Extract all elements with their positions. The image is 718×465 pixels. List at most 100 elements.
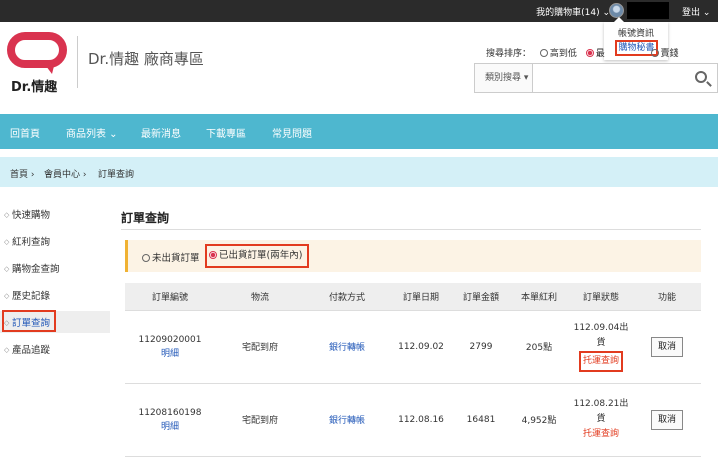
bonus-cell: 4,952點	[509, 383, 569, 457]
logo-text: Dr.情趣	[11, 80, 58, 95]
site-title: Dr.情趣 廠商專區	[88, 50, 204, 68]
status-text: 貨	[596, 338, 606, 348]
orders-table: 訂單編號 物流 付款方式 訂單日期 訂單金額 本單紅利 訂單狀態 功能 1120…	[125, 283, 701, 457]
cancel-button[interactable]: 取消	[651, 409, 683, 430]
column-header: 訂單編號	[125, 283, 215, 311]
column-header: 訂單金額	[453, 283, 509, 311]
sort-label: 搜尋排序：	[486, 49, 532, 59]
sidebar-item-credit[interactable]: ◇ 購物金查詢	[0, 257, 110, 279]
nav-faq[interactable]: 常見問題	[272, 125, 312, 140]
payment-link[interactable]: 銀行轉帳	[305, 383, 389, 457]
username-redacted[interactable]	[627, 2, 669, 19]
sort-radio-sales[interactable]	[650, 49, 659, 57]
tab-label: 已出貨訂單(兩年內)	[219, 250, 303, 261]
search-input[interactable]	[535, 66, 685, 90]
date-cell: 112.09.02	[389, 310, 453, 384]
nav-products[interactable]: 商品列表 ⌄	[66, 125, 118, 140]
amount-cell: 2799	[453, 310, 509, 384]
bullet-icon: ◇	[4, 319, 10, 327]
logo-mark	[7, 32, 67, 68]
status-text: 112.08.21出	[573, 399, 629, 409]
action-cell: 取消	[633, 383, 701, 457]
shipping-cell: 宅配到府	[215, 383, 305, 457]
search-icon[interactable]	[695, 71, 707, 83]
column-header: 本單紅利	[509, 283, 569, 311]
payment-link[interactable]: 銀行轉帳	[305, 310, 389, 384]
table-row: 11208160198 明細 宅配到府 銀行轉帳 112.08.16 16481…	[125, 383, 701, 457]
top-bar: 我的購物車(14) ⌄ 登出 ⌄	[0, 0, 718, 22]
sidebar-item-tracking[interactable]: ◇ 產品追蹤	[0, 338, 110, 360]
column-header: 訂單日期	[389, 283, 453, 311]
column-header: 物流	[215, 283, 305, 311]
status-text: 112.09.04出	[573, 323, 629, 333]
bullet-icon: ◇	[4, 346, 10, 354]
logout-link[interactable]: 登出 ⌄	[682, 5, 710, 18]
sort-options: 搜尋排序： 高到低 最 賣錢	[486, 46, 685, 59]
status-cell: 112.08.21出 貨 托運查詢	[569, 383, 633, 457]
bullet-icon: ◇	[4, 292, 10, 300]
breadcrumb: 首頁 › 會員中心 › 訂單查詢	[0, 157, 718, 187]
radio-icon	[142, 254, 150, 262]
status-cell: 112.09.04出 貨 托運查詢	[569, 310, 633, 384]
sidebar-item-orders[interactable]: ◇ 訂單查詢	[0, 310, 110, 333]
radio-icon	[209, 251, 217, 259]
sidebar-item-label: 購物金查詢	[12, 264, 60, 275]
category-search-select[interactable]: 類別搜尋 ▾	[475, 64, 533, 92]
order-detail-link[interactable]: 明細	[125, 420, 215, 434]
sidebar-item-bonus[interactable]: ◇ 紅利查詢	[0, 230, 110, 252]
column-header: 訂單狀態	[569, 283, 633, 311]
table-row: 11209020001 明細 宅配到府 銀行轉帳 112.09.02 2799 …	[125, 310, 701, 384]
bonus-cell: 205點	[509, 310, 569, 384]
sidebar-item-label: 訂單查詢	[12, 318, 51, 329]
order-detail-link[interactable]: 明細	[125, 347, 215, 361]
column-header: 功能	[633, 283, 701, 311]
sort-radio-high-low[interactable]	[539, 49, 548, 57]
tracking-link[interactable]: 托運查詢	[569, 427, 633, 442]
order-number: 11209020001	[138, 334, 202, 345]
sidebar-item-history[interactable]: ◇ 歷史記錄	[0, 284, 110, 306]
nav-news[interactable]: 最新消息	[141, 125, 181, 140]
breadcrumb-home[interactable]: 首頁 ›	[10, 167, 34, 180]
tab-unshipped[interactable]: 未出貨訂單	[142, 250, 200, 264]
sort-option-label: 賣錢	[660, 49, 679, 59]
amount-cell: 16481	[453, 383, 509, 457]
bullet-icon: ◇	[4, 211, 10, 219]
sort-option-label: 高到低	[549, 49, 577, 59]
sidebar-item-label: 紅利查詢	[12, 237, 51, 248]
nav-home[interactable]: 回首頁	[10, 125, 40, 140]
nav-downloads[interactable]: 下載專區	[206, 125, 246, 140]
cart-link[interactable]: 我的購物車(14) ⌄	[536, 5, 610, 18]
bullet-icon: ◇	[4, 238, 10, 246]
column-header: 付款方式	[305, 283, 389, 311]
sort-radio-selected[interactable]	[585, 49, 594, 57]
page-title: 訂單查詢	[121, 211, 170, 225]
sidebar-item-label: 產品追蹤	[12, 345, 51, 356]
order-number: 11208160198	[138, 407, 202, 418]
search-bar: 類別搜尋 ▾	[474, 63, 718, 93]
tab-shipped[interactable]: 已出貨訂單(兩年內)	[205, 244, 309, 268]
shipping-cell: 宅配到府	[215, 310, 305, 384]
avatar[interactable]	[609, 3, 624, 18]
table-header-row: 訂單編號 物流 付款方式 訂單日期 訂單金額 本單紅利 訂單狀態 功能	[125, 283, 701, 311]
breadcrumb-current: 訂單查詢	[98, 170, 135, 180]
action-cell: 取消	[633, 310, 701, 384]
sidebar-item-label: 歷史記錄	[12, 291, 51, 302]
title-divider	[121, 229, 701, 230]
status-text: 貨	[596, 414, 606, 424]
cancel-button[interactable]: 取消	[651, 336, 683, 357]
tracking-link[interactable]: 托運查詢	[578, 351, 623, 372]
sort-option-label: 最	[595, 49, 605, 59]
order-tabs: 未出貨訂單 已出貨訂單(兩年內)	[125, 240, 701, 272]
main-nav: 回首頁 商品列表 ⌄ 最新消息 下載專區 常見問題	[0, 114, 718, 149]
order-number-cell: 11209020001 明細	[125, 310, 215, 384]
sidebar-item-label: 快速購物	[12, 210, 51, 221]
tab-label: 未出貨訂單	[152, 253, 200, 264]
sidebar-item-quick-shop[interactable]: ◇ 快速購物	[0, 203, 110, 225]
bullet-icon: ◇	[4, 265, 10, 273]
order-number-cell: 11208160198 明細	[125, 383, 215, 457]
menu-item-account-info[interactable]: 帳號資訊	[604, 26, 668, 39]
date-cell: 112.08.16	[389, 383, 453, 457]
site-logo[interactable]: Dr.情趣	[7, 32, 69, 95]
header-divider	[77, 36, 78, 88]
breadcrumb-member-center[interactable]: 會員中心 ›	[44, 167, 86, 180]
